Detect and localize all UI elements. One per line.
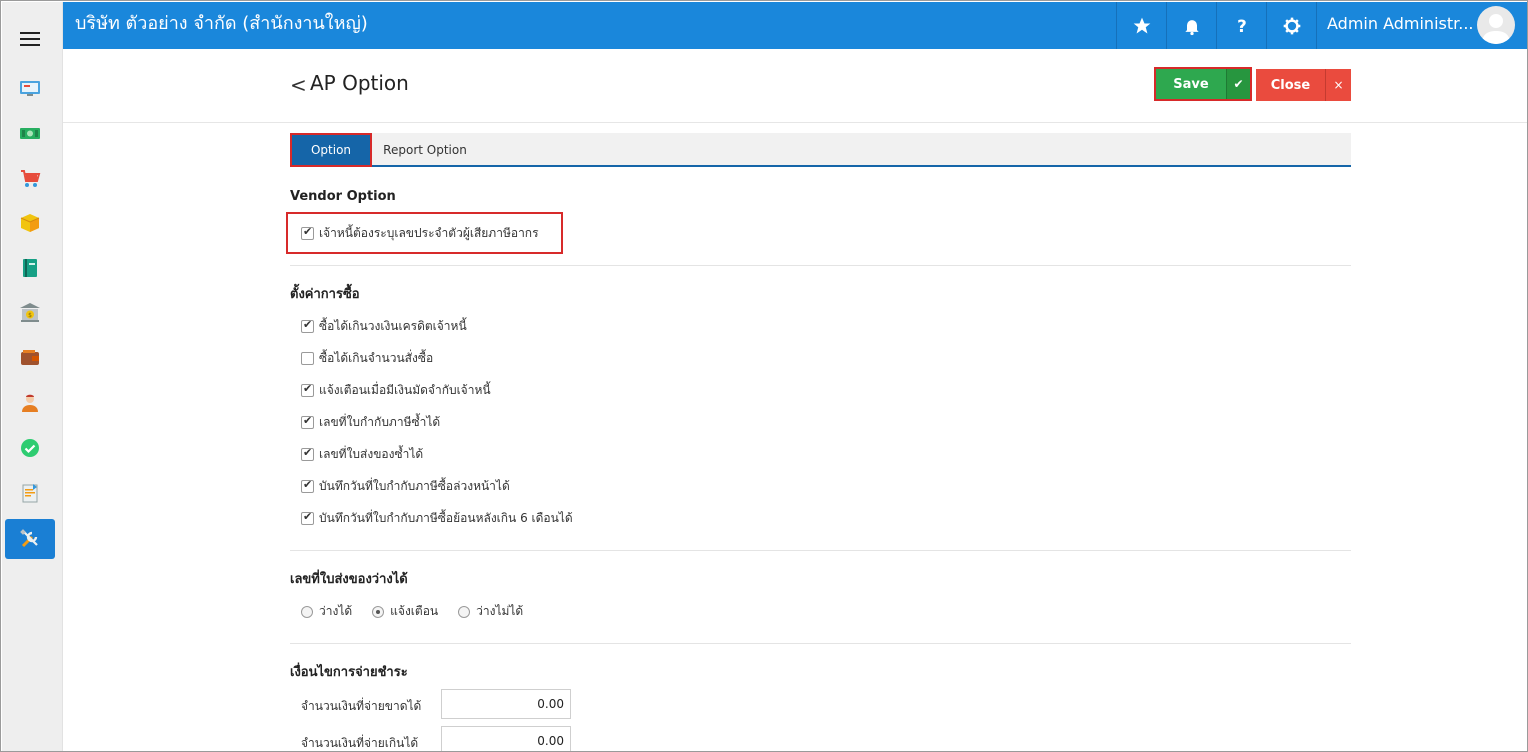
- bank-icon: $: [20, 303, 40, 322]
- svg-text:$: $: [28, 312, 32, 319]
- checkbox[interactable]: [301, 414, 314, 429]
- sidebar-item-accounting[interactable]: [5, 248, 55, 288]
- radio-warn[interactable]: แจ้งเตือน: [372, 602, 438, 621]
- overpay-amount-input[interactable]: [441, 726, 571, 751]
- back-chevron-icon[interactable]: <: [290, 75, 307, 95]
- user-name: Admin Administr...: [1327, 14, 1474, 33]
- radio-not-blank[interactable]: ว่างไม่ได้: [458, 602, 523, 621]
- page-title: AP Option: [310, 71, 409, 95]
- tab-bar: Option Report Option: [290, 133, 1351, 167]
- box-icon: [20, 214, 40, 232]
- checkbox[interactable]: [301, 446, 314, 461]
- svg-text:?: ?: [1237, 16, 1247, 35]
- checkbox-label: เลขที่ใบส่งของซ้ำได้: [319, 446, 424, 461]
- page-header: < AP Option Save ✔ Close ×: [63, 49, 1527, 123]
- book-icon: [23, 259, 37, 277]
- delivery-blank-heading: เลขที่ใบส่งของว่างได้: [290, 572, 408, 587]
- sidebar-item-settings[interactable]: [5, 519, 55, 559]
- close-button[interactable]: Close: [1256, 69, 1325, 101]
- save-dropdown-check-icon[interactable]: ✔: [1226, 69, 1250, 99]
- sidebar-item-approval[interactable]: [5, 428, 55, 468]
- checkbox-label: ซื้อได้เกินจำนวนสั่งซื้อ: [319, 350, 434, 365]
- sidebar-item-dashboard[interactable]: [5, 68, 55, 108]
- divider: [290, 550, 1351, 551]
- app-window: $ บริษัท ตัวอย่าง จำกัด (สำนักงานใหญ่) ?: [0, 0, 1528, 752]
- sidebar-item-purchase[interactable]: [5, 158, 55, 198]
- sidebar-item-employee[interactable]: [5, 383, 55, 423]
- person-icon: [22, 394, 38, 412]
- checkbox[interactable]: [301, 351, 314, 365]
- favorites-button[interactable]: [1116, 2, 1166, 49]
- divider: [290, 265, 1351, 266]
- divider: [290, 643, 1351, 644]
- radio[interactable]: [372, 605, 385, 618]
- sidebar: $: [2, 2, 63, 751]
- tools-icon: [20, 529, 38, 548]
- sidebar-item-wallet[interactable]: [5, 338, 55, 378]
- overpay-label: จำนวนเงินที่จ่ายเกินได้: [301, 736, 419, 750]
- purchase-settings-heading: ตั้งค่าการซื้อ: [290, 287, 360, 302]
- tab-option[interactable]: Option: [290, 133, 372, 167]
- save-button-group: Save ✔: [1154, 67, 1252, 101]
- sidebar-item-inventory[interactable]: [5, 203, 55, 243]
- vendor-option-heading: Vendor Option: [290, 189, 396, 204]
- checkbox-label: บันทึกวันที่ใบกำกับภาษีซื้อล่วงหน้าได้: [319, 478, 510, 493]
- check-circle-icon: [21, 439, 39, 457]
- wallet-icon: [21, 350, 39, 365]
- company-name: บริษัท ตัวอย่าง จำกัด (สำนักงานใหญ่): [75, 13, 368, 34]
- checkbox-label: เจ้าหนี้ต้องระบุเลขประจำตัวผู้เสียภาษีอา…: [319, 225, 539, 240]
- underpay-amount-input[interactable]: [441, 689, 571, 719]
- option-deposit-alert[interactable]: แจ้งเตือนเมื่อมีเงินมัดจำกับเจ้าหนี้: [301, 381, 491, 399]
- checkbox[interactable]: [301, 382, 314, 397]
- star-icon: [1133, 17, 1150, 33]
- cart-icon: [21, 170, 41, 187]
- checkbox-tax-id[interactable]: [301, 225, 314, 240]
- notifications-button[interactable]: [1166, 2, 1216, 49]
- option-duplicate-tax-invoice[interactable]: เลขที่ใบกำกับภาษีซ้ำได้: [301, 413, 440, 431]
- save-button[interactable]: Save: [1156, 69, 1226, 99]
- radio-label: ว่างไม่ได้: [476, 604, 524, 618]
- tax-id-required-checkbox[interactable]: เจ้าหนี้ต้องระบุเลขประจำตัวผู้เสียภาษีอา…: [301, 224, 539, 242]
- help-button[interactable]: ?: [1216, 2, 1266, 49]
- checkbox-label: แจ้งเตือนเมื่อมีเงินมัดจำกับเจ้าหนี้: [319, 382, 491, 397]
- payment-conditions-heading: เงื่อนไขการจ่ายชำระ: [290, 665, 408, 680]
- monitor-icon: [20, 81, 40, 96]
- sidebar-item-report[interactable]: [5, 473, 55, 513]
- report-icon: [22, 484, 38, 503]
- checkbox-label: บันทึกวันที่ใบกำกับภาษีซื้อย้อนหลังเกิน …: [319, 510, 573, 525]
- radio-label: แจ้งเตือน: [390, 604, 439, 618]
- settings-button[interactable]: [1266, 2, 1316, 49]
- delivery-blank-radio-group: ว่างได้ แจ้งเตือน ว่างไม่ได้: [301, 602, 543, 621]
- checkbox-label: เลขที่ใบกำกับภาษีซ้ำได้: [319, 414, 441, 429]
- user-menu[interactable]: Admin Administr...: [1316, 2, 1527, 49]
- help-icon: ?: [1237, 16, 1247, 35]
- gear-icon: [1283, 17, 1300, 34]
- checkbox-label: ซื้อได้เกินวงเงินเครดิตเจ้าหนี้: [319, 318, 467, 333]
- checkbox[interactable]: [301, 318, 314, 333]
- hamburger-menu-icon[interactable]: [20, 32, 40, 52]
- close-button-group: Close ×: [1256, 69, 1351, 101]
- option-over-po-qty[interactable]: ซื้อได้เกินจำนวนสั่งซื้อ: [301, 349, 433, 367]
- underpay-label: จำนวนเงินที่จ่ายขาดได้: [301, 699, 422, 713]
- radio[interactable]: [458, 605, 471, 618]
- option-future-tax-date[interactable]: บันทึกวันที่ใบกำกับภาษีซื้อล่วงหน้าได้: [301, 477, 510, 495]
- sidebar-item-bank[interactable]: $: [5, 293, 55, 333]
- radio[interactable]: [301, 605, 313, 618]
- bell-icon: [1184, 19, 1199, 35]
- radio-label: ว่างได้: [319, 604, 353, 618]
- avatar: [1477, 6, 1515, 44]
- option-over-credit[interactable]: ซื้อได้เกินวงเงินเครดิตเจ้าหนี้: [301, 317, 467, 335]
- sidebar-item-sales[interactable]: [5, 113, 55, 153]
- checkbox[interactable]: [301, 478, 314, 493]
- tab-report-option[interactable]: Report Option: [375, 133, 475, 167]
- option-duplicate-delivery-note[interactable]: เลขที่ใบส่งของซ้ำได้: [301, 445, 423, 463]
- money-icon: [20, 128, 40, 139]
- radio-allow-blank[interactable]: ว่างได้: [301, 602, 352, 621]
- checkbox[interactable]: [301, 510, 314, 525]
- option-backdate-6-months[interactable]: บันทึกวันที่ใบกำกับภาษีซื้อย้อนหลังเกิน …: [301, 509, 573, 527]
- close-x-icon[interactable]: ×: [1325, 69, 1351, 101]
- topbar: บริษัท ตัวอย่าง จำกัด (สำนักงานใหญ่) ? A…: [63, 2, 1527, 49]
